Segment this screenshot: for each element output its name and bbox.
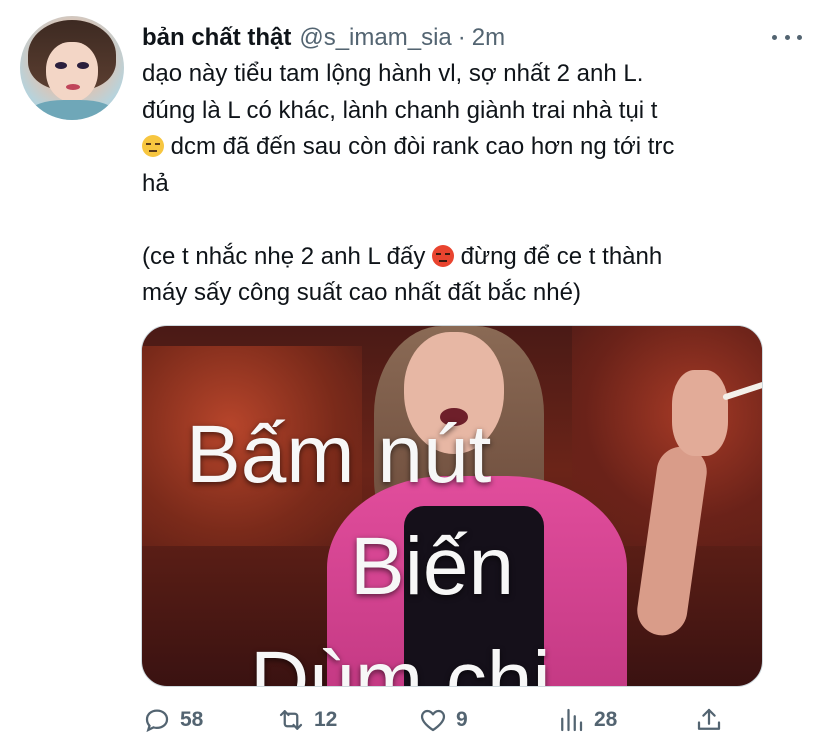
reply-icon [145, 709, 169, 733]
more-dot [797, 34, 802, 40]
share-icon [697, 708, 721, 730]
avatar-shirt [30, 100, 114, 120]
media-caption: Bấm nút Biến Dùm chị [142, 326, 762, 687]
tweet-text-line: dạo này tiểu tam lộng hành vl, sợ nhất 2… [142, 60, 644, 87]
tweet-text-line: máy sấy công suất cao nhất đất bắc nhé) [142, 279, 581, 306]
tweet-text: dạo này tiểu tam lộng hành vl, sợ nhất 2… [142, 56, 810, 312]
retweet-icon [279, 710, 303, 730]
tweet-text-fragment: (ce t nhắc nhẹ 2 anh L đấy [142, 242, 432, 270]
like-count: 9 [456, 708, 468, 731]
angry-face-emoji [431, 244, 454, 267]
avatar-lips [66, 84, 80, 90]
tweet-media-image[interactable]: Bấm nút Biến Dùm chị [141, 325, 763, 687]
media-caption-line: Bấm nút [186, 409, 492, 500]
tweet-text-line: hả [142, 169, 169, 197]
tweet-text-fragment: dcm đã đến sau còn đòi rank cao hơn ng t… [164, 133, 675, 160]
timestamp[interactable]: 2m [472, 24, 505, 52]
analytics-count: 28 [594, 708, 618, 731]
more-dot [784, 34, 790, 40]
analytics-button[interactable]: 28 [556, 702, 617, 738]
analytics-icon [561, 708, 583, 732]
display-name[interactable]: bản chất thật [142, 24, 291, 52]
heart-icon [420, 709, 446, 732]
tweet-header: bản chất thật @s_imam_sia · 2m [142, 22, 505, 54]
tweet-text-line: dcm đã đến sau còn đòi rank cao hơn ng t… [142, 129, 810, 166]
more-horizontal-icon[interactable] [772, 26, 802, 48]
avatar-eye [55, 62, 67, 69]
separator-dot: · [457, 24, 466, 51]
user-handle[interactable]: @s_imam_sia [299, 24, 451, 52]
share-button[interactable] [694, 702, 732, 738]
reply-button[interactable]: 58 [142, 702, 203, 738]
reply-count: 58 [180, 708, 204, 731]
retweet-count: 12 [314, 708, 338, 731]
like-button[interactable]: 9 [418, 702, 468, 738]
tweet-text-line: (ce t nhắc nhẹ 2 anh L đấy đừng để ce t … [142, 239, 810, 276]
tweet[interactable]: bản chất thật @s_imam_sia · 2m dạo này t… [0, 0, 828, 752]
avatar-eye [77, 62, 89, 69]
tweet-text-fragment: đừng để ce t thành [453, 242, 663, 270]
more-dot [772, 34, 777, 40]
unamused-face-emoji [142, 135, 164, 157]
avatar-face [46, 42, 98, 102]
avatar[interactable] [20, 16, 124, 120]
tweet-actions: 58 12 9 28 [142, 702, 730, 738]
tweet-text-line: đúng là L có khác, lành chanh giành trai… [142, 96, 658, 124]
retweet-button[interactable]: 12 [276, 702, 337, 738]
media-caption-line: Dùm chị [250, 635, 551, 687]
media-caption-line: Biến [350, 521, 515, 612]
